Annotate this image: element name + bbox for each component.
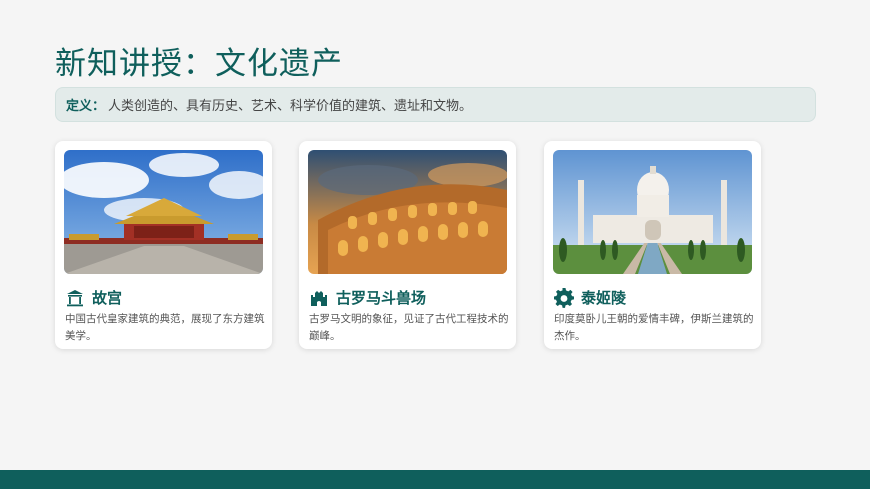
definition-label: 定义： bbox=[66, 99, 106, 114]
card-description: 印度莫卧儿王朝的爱情丰碑，伊斯兰建筑的杰作。 bbox=[554, 313, 754, 342]
castle-icon bbox=[309, 288, 329, 308]
card-description: 中国古代皇家建筑的典范，展现了东方建筑美学。 bbox=[65, 313, 265, 342]
card-title: 泰姬陵 bbox=[581, 289, 627, 307]
card-taj-mahal[interactable]: 泰姬陵 印度莫卧儿王朝的爱情丰碑，伊斯兰建筑的杰作。 bbox=[544, 141, 761, 349]
colosseum-image bbox=[308, 150, 507, 274]
card-header: 泰姬陵 bbox=[554, 287, 626, 308]
card-header: 故宫 bbox=[65, 287, 122, 308]
gear-icon bbox=[554, 287, 574, 308]
page-title: 新知讲授：文化遗产 bbox=[55, 46, 343, 82]
card-header: 古罗马斗兽场 bbox=[309, 287, 426, 308]
forbidden-city-image bbox=[64, 150, 263, 274]
card-description: 古罗马文明的象征，见证了古代工程技术的巅峰。 bbox=[309, 313, 509, 342]
card-title: 故宫 bbox=[92, 289, 123, 307]
footer-bar bbox=[0, 470, 870, 489]
card-title: 古罗马斗兽场 bbox=[336, 289, 427, 307]
taj-mahal-image bbox=[553, 150, 752, 274]
definition-box: 定义： 人类创造的、具有历史、艺术、科学价值的建筑、遗址和文物。 bbox=[55, 87, 816, 122]
card-forbidden-city[interactable]: 故宫 中国古代皇家建筑的典范，展现了东方建筑美学。 bbox=[55, 141, 272, 349]
card-colosseum[interactable]: 古罗马斗兽场 古罗马文明的象征，见证了古代工程技术的巅峰。 bbox=[299, 141, 516, 349]
temple-icon bbox=[65, 288, 85, 308]
definition-text: 人类创造的、具有历史、艺术、科学价值的建筑、遗址和文物。 bbox=[108, 99, 473, 114]
